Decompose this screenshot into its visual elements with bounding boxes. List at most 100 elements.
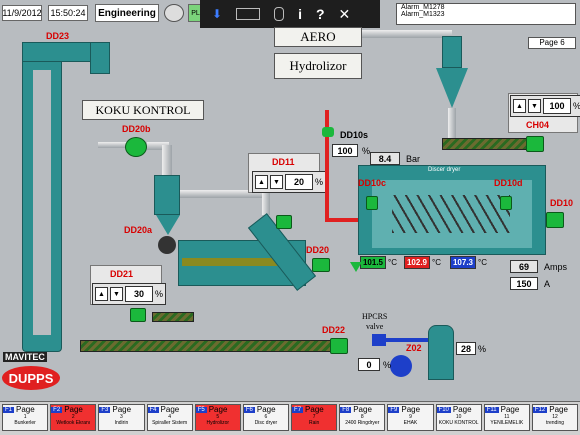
alarm-item[interactable]: Alarm_M1323 [401,11,575,18]
motor-dd10[interactable] [546,212,564,228]
pct-unit: % [315,177,324,187]
fkey-f7[interactable]: F7 Page 7 Rain [291,404,338,431]
fkey-f9[interactable]: F9 Page 9 EHAK [387,404,434,431]
fkey-page: Page [208,405,228,414]
cyclone-aero[interactable] [442,36,462,68]
alarm-item[interactable]: Alarm_M1278 [401,4,575,11]
fkey-name: Spiraller Sistem [152,420,188,426]
fkey-f5[interactable]: F5 Page 5 Hydrolizor [194,404,241,431]
tag-dd10c: DD10c [358,178,387,188]
discharge-arrow-icon [350,262,362,272]
pipe [98,142,128,148]
dd10s-value: 100 [332,144,358,157]
fkey-f3[interactable]: F3 Page 3 Indirin [98,404,145,431]
dd21-setpoint[interactable]: 30 [125,286,153,302]
cyclone-dd20[interactable] [154,175,180,215]
pct-unit: % [573,101,580,111]
close-button[interactable]: ✕ [339,6,351,23]
motor-icon[interactable] [276,215,292,229]
network-icon[interactable] [164,4,184,22]
fkey-code: F4 [147,406,159,413]
pump-icon[interactable] [390,355,412,377]
elevator-chute [90,42,110,74]
fkey-page: Page [64,405,83,414]
pipe [448,108,456,138]
decrease-button[interactable]: ▼ [110,287,123,301]
fkey-f1[interactable]: F1 Page 1 Bunkerler [2,404,49,431]
mode-display[interactable]: Engineering [95,4,159,22]
hydrolizor-title[interactable]: Hydrolizor [274,53,362,79]
fkey-f6[interactable]: F6 Page 6 Disc dryer [242,404,290,431]
time-display: 15:50:24 [48,5,88,21]
valve-dd10s[interactable] [322,127,334,137]
pressure-value: 8.4 [370,152,400,165]
alarm-list[interactable]: Alarm_M1278 Alarm_M1323 [396,3,576,25]
pct-unit: % [155,289,164,299]
valve-label: valve [366,322,384,331]
decrease-button[interactable]: ▼ [270,175,283,189]
motor-dd20[interactable] [312,258,330,272]
tag-dd20b: DD20b [122,124,151,134]
bottom-conveyor[interactable] [80,340,342,352]
fkey-f10[interactable]: F10 Page 10 KOKU KONTROL [435,404,482,431]
motor-icon[interactable] [130,308,146,322]
help-button[interactable]: ? [316,6,325,22]
amps-setpoint[interactable]: 150 [510,277,538,290]
fkey-f8[interactable]: F8 Page 8 2400 Ringdryer [339,404,386,431]
page-indicator: Page 6 [528,37,576,49]
dd11-setpoint[interactable]: 20 [285,174,313,190]
tag-z02: Z02 [406,343,422,353]
hpcrs-valve[interactable] [372,334,386,346]
fkey-code: F6 [243,406,255,413]
fkey-name: Disc dryer [254,420,278,426]
motor-ch04[interactable] [526,136,544,152]
fkey-name: Hydrolizor [206,420,230,426]
fkey-code: F10 [436,406,451,413]
koku-kontrol-title[interactable]: KOKU KONTROL [82,100,204,120]
fkey-name: Bunkerler [14,420,36,426]
fkey-page: Page [401,405,421,414]
deg-unit: °C [388,258,397,267]
pipe [262,190,270,215]
fkey-name: Indirin [114,420,129,426]
rotary-valve[interactable] [158,236,176,254]
info-button[interactable]: i [298,6,302,22]
mouse-icon[interactable] [274,7,285,21]
top-conveyor[interactable] [442,138,530,150]
motor-dd10c[interactable] [366,196,378,210]
fkey-page: Page [353,405,372,414]
decrease-button[interactable]: ▼ [528,99,541,113]
ch04-setpoint[interactable]: 100 [543,98,571,114]
dupps-logo: DUPPS [2,366,60,390]
tag-dd21: DD21 [110,269,134,279]
fkey-f2[interactable]: F2 Page 2 Wetlook Ekranı [50,404,97,431]
keyboard-icon[interactable] [236,8,261,20]
fkey-page: Page [305,405,324,414]
cyclone-cone [156,215,180,235]
increase-button[interactable]: ▲ [95,287,108,301]
fkey-name: Rain [308,420,320,426]
fan-dd20b[interactable] [125,137,147,157]
increase-button[interactable]: ▲ [513,99,526,113]
motor-dd10d[interactable] [500,196,512,210]
fkey-code: F8 [340,406,352,413]
fkey-page: Page [256,405,276,414]
increase-button[interactable]: ▲ [255,175,268,189]
motor-dd22[interactable] [330,338,348,354]
small-conveyor[interactable] [152,312,194,322]
pipe [162,145,172,175]
fkey-name: 2400 Ringdryer [345,420,380,426]
fkey-f4[interactable]: F4 Page 4 Spiraller Sistem [146,404,193,431]
tank-z02[interactable] [428,325,454,380]
dd21-spinner: ▲ ▼ 30 % [92,283,167,305]
fkey-code: F9 [388,406,400,413]
fkey-code: F1 [3,406,15,413]
remote-toolbar: ⬇ i ? ✕ [200,0,380,28]
aero-title[interactable]: AERO [274,27,362,47]
tag-dd10d: DD10d [494,178,523,188]
tag-dd20a: DD20a [124,225,153,235]
fkey-f11[interactable]: F11 Page 11 YENILEMELIK [483,404,530,431]
pin-icon[interactable]: ⬇ [212,7,222,21]
fkey-f12[interactable]: F12 Page 12 trending [531,404,579,431]
fkey-code: F11 [484,406,499,413]
